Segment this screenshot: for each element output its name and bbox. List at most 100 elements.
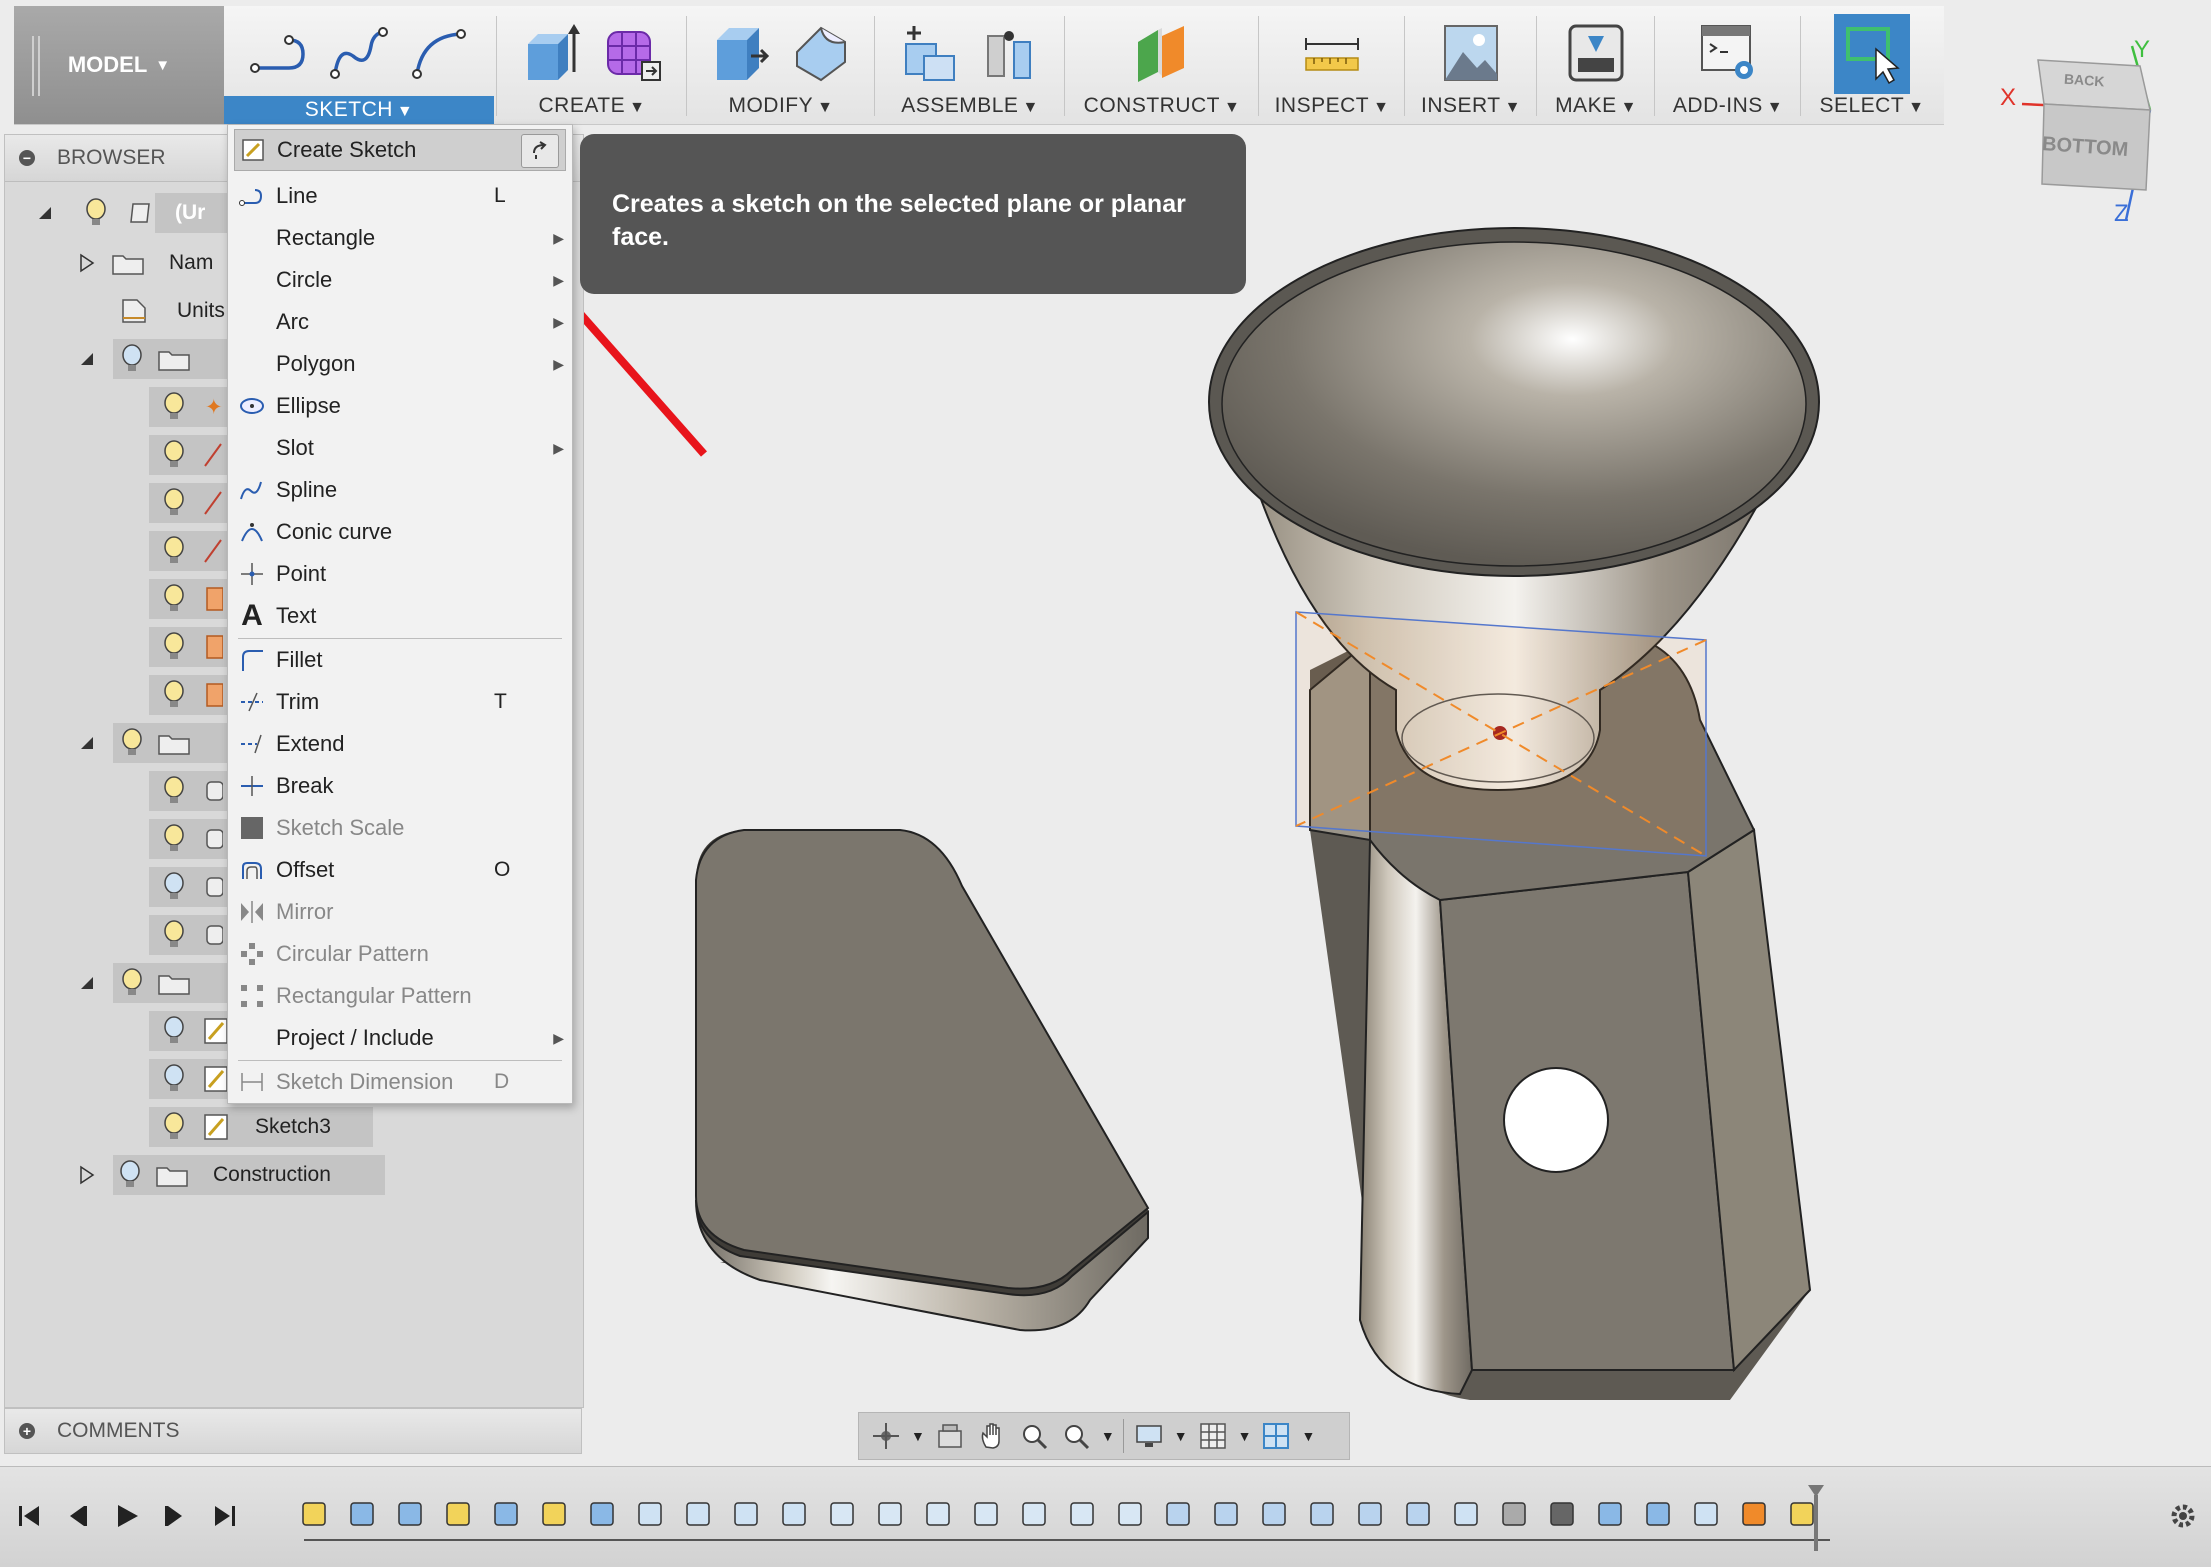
menu-item-break[interactable]: Break (228, 765, 572, 807)
collapse-icon[interactable]: − (19, 150, 35, 166)
lightbulb-icon[interactable] (121, 728, 143, 758)
timeline-extrude-feature-icon[interactable] (490, 1497, 524, 1531)
tree-row-folder[interactable] (77, 963, 191, 1003)
menu-item-sketch-scale[interactable]: Sketch Scale (228, 807, 572, 849)
tree-row-plane[interactable] (163, 579, 223, 619)
timeline-combine-feature-icon[interactable] (1498, 1497, 1532, 1531)
lightbulb-icon[interactable] (163, 872, 185, 902)
menu-item-circle[interactable]: Circle ▶ (228, 259, 572, 301)
spline-icon[interactable] (329, 20, 389, 86)
toolbar-group-make[interactable]: MAKE ▼ (1540, 6, 1652, 124)
fillet-icon[interactable] (791, 20, 851, 86)
menu-item-point[interactable]: Point (228, 553, 572, 595)
go-to-end-icon[interactable] (210, 1501, 240, 1531)
chevron-down-icon[interactable]: ▼ (1301, 1428, 1315, 1444)
collapse-triangle-icon[interactable] (77, 973, 97, 993)
timeline-chamfer-feature-icon[interactable] (1018, 1497, 1052, 1531)
chevron-down-icon[interactable]: ▼ (1174, 1428, 1188, 1444)
lightbulb-icon[interactable] (163, 392, 185, 422)
menu-item-sketch-dimension[interactable]: Sketch Dimension D (228, 1061, 572, 1103)
go-to-start-icon[interactable] (14, 1501, 44, 1531)
timeline-chamfer-feature-icon[interactable] (922, 1497, 956, 1531)
tree-row-body[interactable] (163, 915, 223, 955)
timeline-revolve-feature-icon[interactable] (1354, 1497, 1388, 1531)
tree-row-body[interactable] (163, 771, 223, 811)
lightbulb-icon[interactable] (163, 824, 185, 854)
timeline-chamfer-feature-icon[interactable] (1066, 1497, 1100, 1531)
lightbulb-icon[interactable] (163, 632, 185, 662)
step-back-icon[interactable] (62, 1501, 92, 1531)
timeline-marker-icon[interactable] (1806, 1483, 1826, 1558)
lightbulb-icon[interactable] (163, 680, 185, 710)
viewports-icon[interactable] (1259, 1419, 1293, 1453)
timeline-revolve-feature-icon[interactable] (1306, 1497, 1340, 1531)
timeline-sketch-feature-icon[interactable] (298, 1497, 332, 1531)
workspace-switcher[interactable]: MODEL ▼ (14, 6, 224, 124)
tree-row-construction[interactable]: Construction (79, 1155, 331, 1195)
menu-item-text[interactable]: A Text (228, 595, 572, 637)
timeline-extrude-feature-icon[interactable] (1642, 1497, 1676, 1531)
menu-item-extend[interactable]: Extend (228, 723, 572, 765)
zoom-icon[interactable] (1017, 1419, 1051, 1453)
tree-row-plane[interactable] (163, 675, 223, 715)
tree-row-named-views[interactable]: Nam (79, 243, 213, 283)
menu-item-spline[interactable]: Spline (228, 469, 572, 511)
timeline-chamfer-feature-icon[interactable] (970, 1497, 1004, 1531)
lightbulb-icon[interactable] (163, 584, 185, 614)
chevron-down-icon[interactable]: ▼ (1101, 1428, 1115, 1444)
expand-triangle-icon[interactable] (79, 253, 95, 273)
collapse-triangle-icon[interactable] (35, 203, 55, 223)
toolbar-group-add-ins[interactable]: ADD-INS ▼ (1658, 6, 1798, 124)
new-component-icon[interactable] (900, 20, 960, 86)
timeline-extrude-feature-icon[interactable] (346, 1497, 380, 1531)
pan-hand-icon[interactable] (975, 1419, 1009, 1453)
lightbulb-icon[interactable] (163, 536, 185, 566)
timeline-extrude-feature-icon[interactable] (394, 1497, 428, 1531)
timeline-fillet-feature-icon[interactable] (634, 1497, 668, 1531)
menu-item-rectangular-pattern[interactable]: Rectangular Pattern (228, 975, 572, 1017)
timeline-fillet-feature-icon[interactable] (682, 1497, 716, 1531)
chevron-down-icon[interactable]: ▼ (911, 1428, 925, 1444)
tree-row-folder[interactable] (77, 339, 191, 379)
timeline-move-feature-icon[interactable] (1546, 1497, 1580, 1531)
lightbulb-icon[interactable] (163, 488, 185, 518)
toolbar-group-assemble[interactable]: ASSEMBLE ▼ (878, 6, 1062, 124)
step-forward-icon[interactable] (160, 1501, 190, 1531)
toolbar-group-inspect[interactable]: INSPECT ▼ (1262, 6, 1402, 124)
menu-item-fillet[interactable]: Fillet (228, 639, 572, 681)
timeline-offset-plane-feature-icon[interactable] (1738, 1497, 1772, 1531)
orbit-icon[interactable] (869, 1419, 903, 1453)
viewport-canvas[interactable] (428, 124, 2211, 1454)
insert-image-icon[interactable] (1441, 20, 1501, 86)
tree-label[interactable]: Construction (213, 1163, 331, 1187)
timeline-chamfer-feature-icon[interactable] (1114, 1497, 1148, 1531)
timeline-revolve-feature-icon[interactable] (1162, 1497, 1196, 1531)
zoom-window-icon[interactable] (1059, 1419, 1093, 1453)
menu-item-project-include[interactable]: Project / Include ▶ (228, 1017, 572, 1059)
tree-row-sketch3[interactable]: Sketch3 (163, 1107, 331, 1147)
gear-icon[interactable] (2168, 1501, 2198, 1531)
tree-row-axis[interactable] (163, 435, 223, 475)
toolbar-group-modify[interactable]: MODIFY ▼ (690, 6, 872, 124)
timeline-fillet-feature-icon[interactable] (1450, 1497, 1484, 1531)
lightbulb-icon[interactable] (121, 968, 143, 998)
menu-item-circular-pattern[interactable]: Circular Pattern (228, 933, 572, 975)
lightbulb-icon[interactable] (163, 440, 185, 470)
timeline-sketch-feature-icon[interactable] (442, 1497, 476, 1531)
joint-icon[interactable] (980, 20, 1040, 86)
timeline-chamfer-feature-icon[interactable] (826, 1497, 860, 1531)
timeline-fillet-feature-icon[interactable] (730, 1497, 764, 1531)
lightbulb-icon[interactable] (163, 776, 185, 806)
menu-item-trim[interactable]: Trim T (228, 681, 572, 723)
tree-label[interactable]: Nam (169, 251, 213, 275)
chevron-down-icon[interactable]: ▼ (1238, 1428, 1252, 1444)
tree-row-plane[interactable] (163, 627, 223, 667)
play-icon[interactable] (112, 1501, 142, 1531)
timeline-fillet-feature-icon[interactable] (778, 1497, 812, 1531)
menu-item-mirror[interactable]: Mirror (228, 891, 572, 933)
tree-row-origin-point[interactable]: ✦ (163, 387, 223, 427)
tree-label[interactable]: Sketch3 (255, 1115, 331, 1139)
toolbar-group-select[interactable]: SELECT ▼ (1804, 6, 1940, 124)
tree-row-sketch[interactable] (163, 1059, 229, 1099)
tree-root-label[interactable]: (Ur (175, 201, 205, 225)
